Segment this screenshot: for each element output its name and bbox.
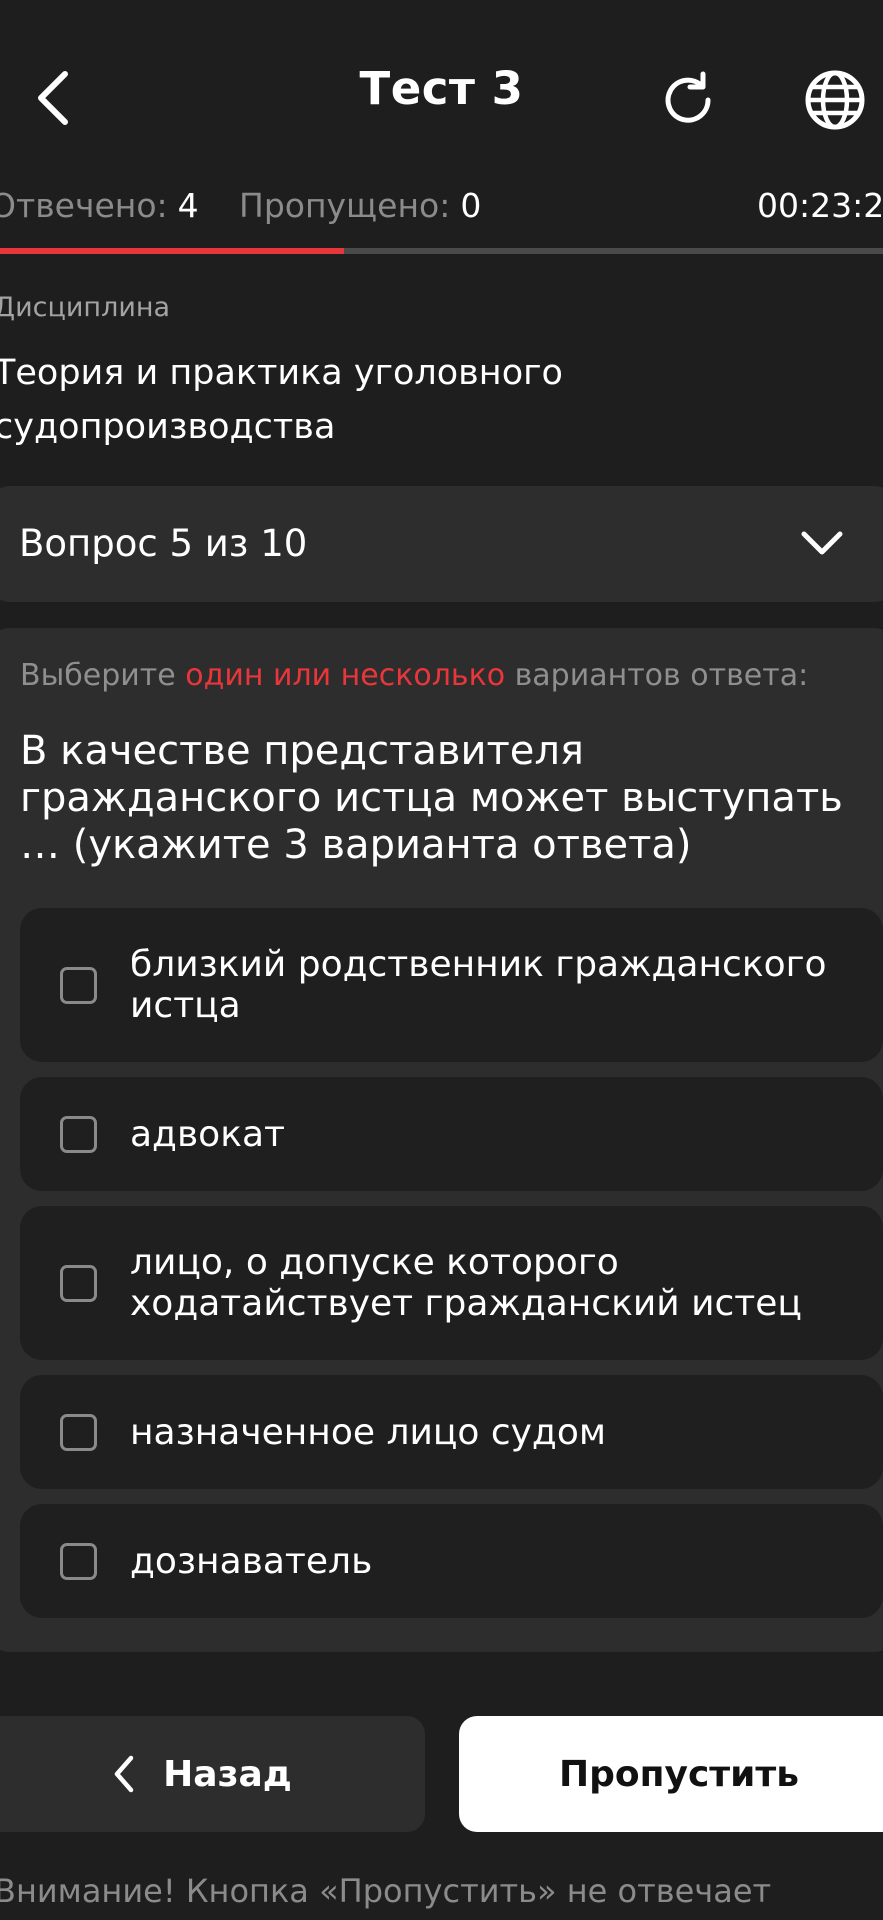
skipped-count: 0 [460, 186, 482, 225]
discipline-label: Дисциплина [0, 292, 171, 323]
skipped-stat: Пропущено: 0 [239, 186, 481, 225]
test-screen: Тест 3 Отвечено:4 Пропущено:0 00:23:21 [0, 0, 883, 1920]
language-button[interactable] [797, 62, 873, 138]
instruction-suffix: вариантов ответа: [505, 658, 809, 693]
answered-stat: Отвечено: 4 [0, 186, 199, 225]
refresh-button[interactable] [650, 62, 726, 138]
answer-instruction: Выберите один или несколько вариантов от… [20, 658, 808, 693]
chevron-left-icon [38, 71, 68, 125]
option-label: лицо, о допуске которого ходатайствует г… [130, 1242, 802, 1324]
answer-option[interactable]: адвокат [20, 1077, 883, 1191]
answer-option[interactable]: близкий родственник гражданского истца [20, 908, 883, 1062]
question-selector[interactable]: Вопрос 5 из 10 [0, 486, 883, 602]
previous-question-button[interactable]: Назад [0, 1716, 425, 1832]
option-label: дознаватель [130, 1540, 373, 1582]
option-label: близкий родственник гражданского истца [130, 944, 827, 1026]
chevron-down-icon [801, 531, 843, 555]
refresh-icon [665, 71, 711, 123]
header: Тест 3 [0, 0, 883, 195]
progress-fill [0, 248, 345, 254]
progress-bar [0, 248, 883, 254]
checkbox[interactable] [60, 1115, 97, 1153]
checkbox[interactable] [60, 1413, 97, 1451]
page-title: Тест 3 [359, 62, 524, 115]
question-card: Выберите один или несколько вариантов от… [0, 628, 883, 1652]
checkbox[interactable] [60, 1542, 97, 1580]
previous-button-label: Назад [163, 1753, 292, 1795]
answer-options: близкий родственник гражданского истца а… [20, 908, 883, 1633]
timer: 00:23:21 [757, 186, 883, 225]
skip-notice: Внимание! Кнопка «Пропустить» не отвечае… [0, 1872, 772, 1910]
instruction-prefix: Выберите [20, 658, 186, 693]
back-button[interactable] [18, 60, 88, 136]
answered-label: Отвечено: [0, 186, 168, 225]
question-number: Вопрос 5 из 10 [19, 522, 308, 565]
checkbox[interactable] [60, 966, 97, 1004]
skipped-label: Пропущено: [239, 186, 451, 225]
skip-button[interactable]: Пропустить [459, 1716, 883, 1832]
globe-icon [805, 70, 865, 130]
question-text: В качестве представителя гражданского ис… [20, 728, 843, 868]
answer-stats: Отвечено: 4 Пропущено: 0 [0, 186, 883, 230]
previous-button-content: Назад [113, 1754, 292, 1795]
answered-count: 4 [177, 186, 199, 225]
instruction-highlight: один или несколько [185, 658, 506, 693]
chevron-left-icon [114, 1755, 134, 1793]
option-label: назначенное лицо судом [130, 1411, 606, 1453]
discipline-name: Теория и практика уголовного судопроизво… [0, 353, 563, 447]
option-label: адвокат [130, 1113, 285, 1155]
answer-option[interactable]: лицо, о допуске которого ходатайствует г… [20, 1206, 883, 1360]
answer-option[interactable]: дознаватель [20, 1504, 883, 1618]
answer-option[interactable]: назначенное лицо судом [20, 1375, 883, 1489]
checkbox[interactable] [60, 1264, 97, 1302]
